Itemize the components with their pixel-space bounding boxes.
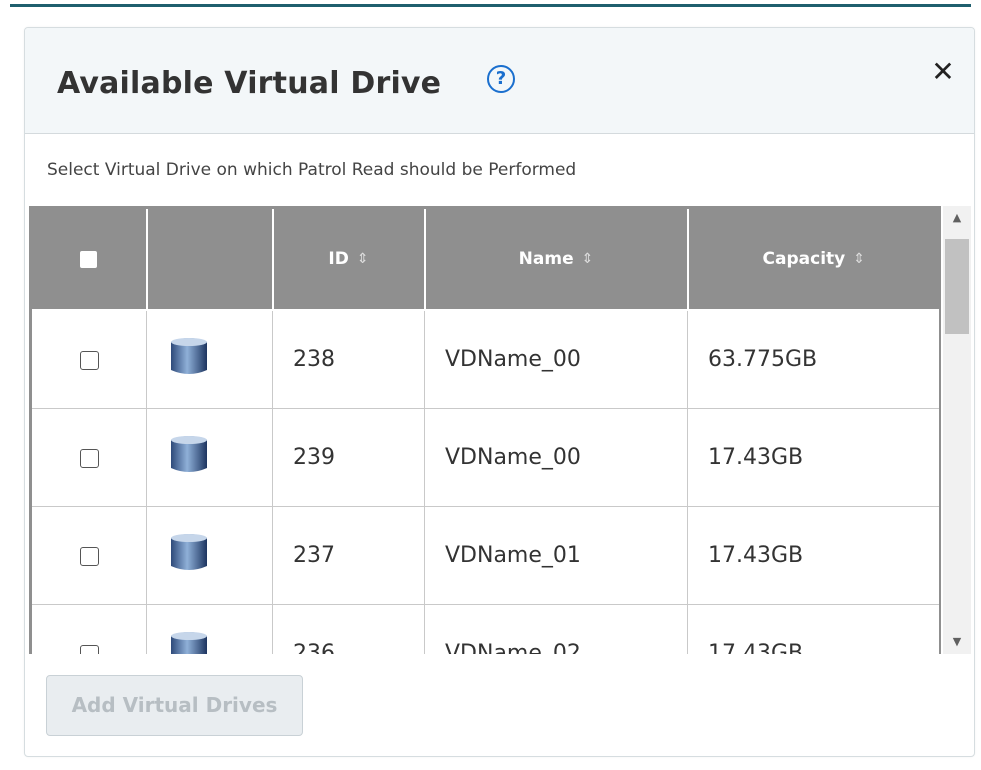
drive-icon: [146, 506, 273, 605]
row-select-cell[interactable]: [29, 506, 147, 605]
drive-icon: [146, 408, 273, 507]
capacity-cell: 17.43GB: [687, 604, 941, 654]
table-row[interactable]: 237 VDName_01 17.43GB: [29, 506, 941, 605]
icon-column-header: [145, 206, 274, 311]
virtual-drive-table: ID ⇕ Name ⇕ Capacity ⇕ 238 VDName_00 63.775…: [29, 206, 941, 654]
row-checkbox[interactable]: [79, 644, 99, 654]
select-all-checkbox[interactable]: [80, 250, 98, 268]
row-checkbox[interactable]: [79, 448, 99, 468]
row-select-cell[interactable]: [29, 604, 147, 654]
select-all-header[interactable]: [29, 206, 148, 311]
id-cell: 237: [272, 506, 425, 605]
scrollbar-thumb[interactable]: [945, 239, 969, 334]
drive-icon: [146, 604, 273, 654]
id-cell: 238: [272, 309, 425, 409]
table-row[interactable]: 236 VDName_02 17.43GB: [29, 604, 941, 654]
row-checkbox[interactable]: [79, 350, 99, 370]
drive-icon: [146, 309, 273, 409]
scroll-up-arrow-icon[interactable]: ▲: [943, 206, 971, 230]
name-cell: VDName_00: [424, 309, 688, 409]
name-cell: VDName_01: [424, 506, 688, 605]
row-select-cell[interactable]: [29, 408, 147, 507]
help-icon[interactable]: ?: [487, 65, 515, 93]
dialog-title: Available Virtual Drive: [57, 66, 442, 101]
id-cell: 239: [272, 408, 425, 507]
table-row[interactable]: 239 VDName_00 17.43GB: [29, 408, 941, 507]
top-accent-bar: [0, 0, 981, 7]
sort-icon[interactable]: ⇕: [853, 251, 865, 267]
table-scrollbar[interactable]: ▲ ▼: [943, 206, 971, 654]
id-column-header[interactable]: ID ⇕: [271, 206, 426, 311]
virtual-drive-table-container: ID ⇕ Name ⇕ Capacity ⇕ 238 VDName_00 63.775…: [29, 206, 941, 654]
name-column-header[interactable]: Name ⇕: [423, 206, 689, 311]
dialog-subtitle: Select Virtual Drive on which Patrol Rea…: [47, 160, 577, 180]
available-virtual-drive-dialog: Available Virtual Drive ? ✕ Select Virtu…: [24, 27, 975, 757]
capacity-cell: 17.43GB: [687, 408, 941, 507]
table-row[interactable]: 238 VDName_00 63.775GB: [29, 309, 941, 409]
name-cell: VDName_02: [424, 604, 688, 654]
add-virtual-drives-button[interactable]: Add Virtual Drives: [46, 675, 303, 736]
row-checkbox[interactable]: [79, 546, 99, 566]
capacity-cell: 63.775GB: [687, 309, 941, 409]
scroll-down-arrow-icon[interactable]: ▼: [943, 630, 971, 654]
capacity-cell: 17.43GB: [687, 506, 941, 605]
close-icon[interactable]: ✕: [929, 58, 957, 86]
dialog-header: Available Virtual Drive ? ✕: [25, 28, 974, 134]
sort-icon[interactable]: ⇕: [357, 251, 369, 267]
capacity-column-header[interactable]: Capacity ⇕: [686, 206, 941, 311]
sort-icon[interactable]: ⇕: [582, 251, 594, 267]
table-header-row: ID ⇕ Name ⇕ Capacity ⇕: [29, 206, 941, 311]
name-cell: VDName_00: [424, 408, 688, 507]
row-select-cell[interactable]: [29, 309, 147, 409]
id-cell: 236: [272, 604, 425, 654]
